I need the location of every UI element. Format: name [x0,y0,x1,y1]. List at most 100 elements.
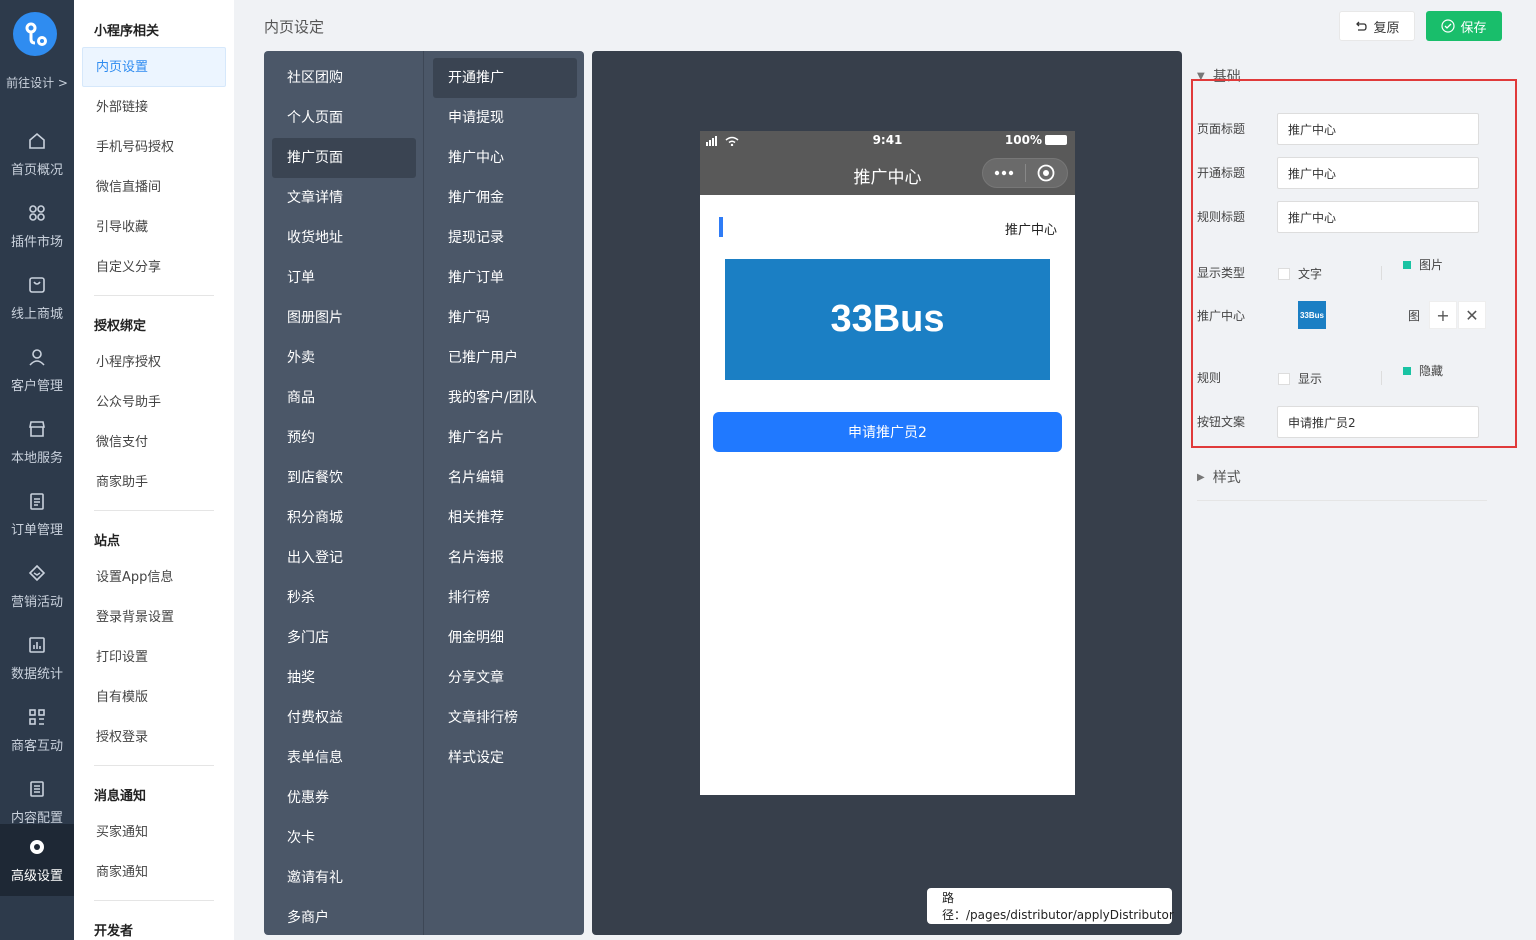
rail-item-online-mall[interactable]: 线上商城 [0,262,74,334]
plus-icon: + [1436,305,1450,325]
page-category-item[interactable]: 个人页面 [272,98,416,138]
rule-label: 规则 [1197,371,1222,385]
page-sub-item[interactable]: 我的客户/团队 [433,378,577,418]
center-image-thumbnail[interactable]: 33Bus [1298,301,1326,329]
sidebar-group-title: 消息通知 [94,789,147,804]
page-category-item[interactable]: 多门店 [272,618,416,658]
remove-image-button[interactable]: ✕ [1458,301,1486,329]
sidebar-item-merchant-helper[interactable]: 商家助手 [82,462,226,502]
page-sub-item[interactable]: 提现记录 [433,218,577,258]
apply-promoter-button[interactable]: 申请推广员2 [713,412,1062,452]
open-title-input[interactable]: 推广中心 [1277,157,1479,189]
page-sub-item[interactable]: 推广订单 [433,258,577,298]
reset-button[interactable]: 复原 [1339,11,1415,41]
page-sub-item[interactable]: 推广码 [433,298,577,338]
rail-item-interaction[interactable]: 商客互动 [0,694,74,766]
button-text-input[interactable]: 申请推广员2 [1277,406,1479,438]
page-category-item[interactable]: 邀请有礼 [272,858,416,898]
sidebar-item-buyer-notice[interactable]: 买家通知 [82,812,226,852]
page-sub-item[interactable]: 名片编辑 [433,458,577,498]
rule-show-radio[interactable]: 显示 [1278,370,1322,387]
page-sub-item[interactable]: 样式设定 [433,738,577,778]
page-sub-item[interactable]: 分享文章 [433,658,577,698]
rail-item-plugins[interactable]: 插件市场 [0,190,74,262]
page-category-item[interactable]: 外卖 [272,338,416,378]
section-style-header[interactable]: ▶ 样式 [1197,467,1241,487]
rail-item-customers[interactable]: 客户管理 [0,334,74,406]
sidebar-item-auth-login[interactable]: 授权登录 [82,717,226,757]
page-sub-item[interactable]: 排行榜 [433,578,577,618]
shop-icon [29,276,45,293]
page-sub-item[interactable]: 推广名片 [433,418,577,458]
page-sub-item[interactable]: 名片海报 [433,538,577,578]
sidebar-item-inner-page[interactable]: 内页设置 [82,47,226,87]
sidebar-item-app-info[interactable]: 设置App信息 [82,557,226,597]
page-sub-item[interactable]: 相关推荐 [433,498,577,538]
center-image-label: 推广中心 [1197,309,1246,323]
page-category-item[interactable]: 付费权益 [272,698,416,738]
more-dots-icon[interactable] [983,170,1025,176]
rail-item-statistics[interactable]: 数据统计 [0,622,74,694]
rule-title-input[interactable]: 推广中心 [1277,201,1479,233]
expand-triangle-icon: ▶ [1197,471,1205,483]
page-category-item[interactable]: 社区团购 [272,58,416,98]
page-category-item[interactable]: 商品 [272,378,416,418]
page-category-item[interactable]: 文章详情 [272,178,416,218]
add-image-button[interactable]: + [1429,301,1457,329]
page-category-item[interactable]: 次卡 [272,818,416,858]
page-title-input[interactable]: 推广中心 [1277,113,1479,145]
home-icon [29,132,45,149]
page-title-label: 页面标题 [1197,122,1246,136]
sidebar-item-login-bg[interactable]: 登录背景设置 [82,597,226,637]
page-sub-item[interactable]: 申请提现 [433,98,577,138]
rail-item-advanced-settings[interactable]: 高级设置 [0,824,74,896]
page-sub-item[interactable]: 已推广用户 [433,338,577,378]
rail-item-orders[interactable]: 订单管理 [0,478,74,550]
display-type-image-radio[interactable]: 图片 [1403,256,1443,273]
sidebar-group-title: 小程序相关 [94,24,160,39]
page-category-item[interactable]: 优惠券 [272,778,416,818]
sidebar-item-own-template[interactable]: 自有模版 [82,677,226,717]
sidebar-item-mp-auth[interactable]: 小程序授权 [82,342,226,382]
close-target-icon[interactable] [1025,164,1067,182]
page-category-item[interactable]: 图册图片 [272,298,416,338]
display-type-text-radio[interactable]: 文字 [1278,265,1322,282]
rail-item-label: 订单管理 [10,522,63,538]
page-sub-item-active[interactable]: 开通推广 [433,58,577,98]
sidebar-item-wechat-pay[interactable]: 微信支付 [82,422,226,462]
page-category-item[interactable]: 秒杀 [272,578,416,618]
app-logo[interactable] [13,12,57,56]
page-sub-item[interactable]: 文章排行榜 [433,698,577,738]
sidebar-item-phone-auth[interactable]: 手机号码授权 [82,127,226,167]
page-sub-item[interactable]: 推广佣金 [433,178,577,218]
check-circle-icon [1441,19,1456,33]
mini-program-capsule[interactable] [982,158,1068,188]
page-category-item[interactable]: 多商户 [272,898,416,935]
sidebar-item-favorite-guide[interactable]: 引导收藏 [82,207,226,247]
section-style-title: 样式 [1212,470,1241,486]
sidebar-divider [94,765,214,766]
page-category-item[interactable]: 预约 [272,418,416,458]
sidebar-item-oa-helper[interactable]: 公众号助手 [82,382,226,422]
page-sub-item[interactable]: 佣金明细 [433,618,577,658]
go-design-link[interactable]: 前往设计 > [0,74,74,91]
page-category-item[interactable]: 表单信息 [272,738,416,778]
page-category-item[interactable]: 到店餐饮 [272,458,416,498]
sidebar-item-merchant-notice[interactable]: 商家通知 [82,852,226,892]
page-category-item[interactable]: 订单 [272,258,416,298]
rail-item-home[interactable]: 首页概况 [0,118,74,190]
page-sub-item[interactable]: 推广中心 [433,138,577,178]
page-category-item-active[interactable]: 推广页面 [272,138,416,178]
sidebar-item-live[interactable]: 微信直播间 [82,167,226,207]
save-button[interactable]: 保存 [1426,11,1502,41]
page-category-item[interactable]: 抽奖 [272,658,416,698]
rail-item-local-service[interactable]: 本地服务 [0,406,74,478]
rule-hide-radio[interactable]: 隐藏 [1403,362,1443,379]
page-category-item[interactable]: 出入登记 [272,538,416,578]
sidebar-item-print[interactable]: 打印设置 [82,637,226,677]
sidebar-item-external-link[interactable]: 外部链接 [82,87,226,127]
page-category-item[interactable]: 收货地址 [272,218,416,258]
page-category-item[interactable]: 积分商城 [272,498,416,538]
rail-item-marketing[interactable]: 营销活动 [0,550,74,622]
sidebar-item-custom-share[interactable]: 自定义分享 [82,247,226,287]
